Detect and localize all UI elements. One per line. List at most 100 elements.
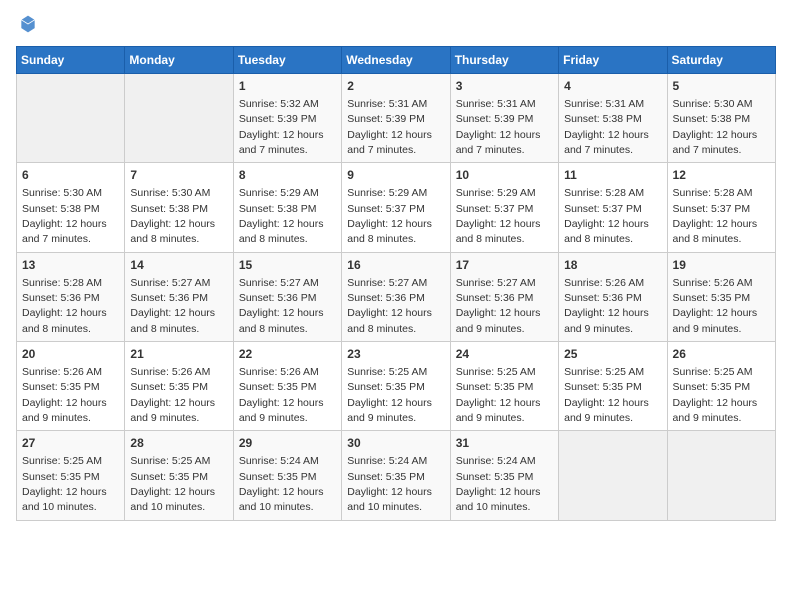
day-number: 22 [239, 346, 336, 363]
calendar-cell: 17 Sunrise: 5:27 AMSunset: 5:36 PMDaylig… [450, 252, 558, 341]
day-number: 26 [673, 346, 770, 363]
calendar-cell: 31 Sunrise: 5:24 AMSunset: 5:35 PMDaylig… [450, 431, 558, 520]
day-number: 13 [22, 257, 119, 274]
cell-content: Sunrise: 5:25 AMSunset: 5:35 PMDaylight:… [22, 455, 107, 513]
day-number: 27 [22, 435, 119, 452]
calendar-cell: 16 Sunrise: 5:27 AMSunset: 5:36 PMDaylig… [342, 252, 450, 341]
calendar-cell: 4 Sunrise: 5:31 AMSunset: 5:38 PMDayligh… [559, 74, 667, 163]
logo [16, 16, 38, 34]
cell-content: Sunrise: 5:26 AMSunset: 5:35 PMDaylight:… [239, 366, 324, 424]
calendar-cell: 19 Sunrise: 5:26 AMSunset: 5:35 PMDaylig… [667, 252, 775, 341]
calendar-cell: 14 Sunrise: 5:27 AMSunset: 5:36 PMDaylig… [125, 252, 233, 341]
calendar-cell [559, 431, 667, 520]
cell-content: Sunrise: 5:27 AMSunset: 5:36 PMDaylight:… [456, 277, 541, 335]
day-number: 9 [347, 167, 444, 184]
cell-content: Sunrise: 5:28 AMSunset: 5:37 PMDaylight:… [564, 187, 649, 245]
page-header [16, 16, 776, 34]
day-number: 6 [22, 167, 119, 184]
day-number: 15 [239, 257, 336, 274]
cell-content: Sunrise: 5:24 AMSunset: 5:35 PMDaylight:… [456, 455, 541, 513]
calendar-cell: 12 Sunrise: 5:28 AMSunset: 5:37 PMDaylig… [667, 163, 775, 252]
day-number: 30 [347, 435, 444, 452]
week-row-2: 6 Sunrise: 5:30 AMSunset: 5:38 PMDayligh… [17, 163, 776, 252]
calendar-cell: 21 Sunrise: 5:26 AMSunset: 5:35 PMDaylig… [125, 342, 233, 431]
cell-content: Sunrise: 5:26 AMSunset: 5:35 PMDaylight:… [673, 277, 758, 335]
calendar-cell: 11 Sunrise: 5:28 AMSunset: 5:37 PMDaylig… [559, 163, 667, 252]
calendar-cell: 3 Sunrise: 5:31 AMSunset: 5:39 PMDayligh… [450, 74, 558, 163]
header-cell-friday: Friday [559, 47, 667, 74]
day-number: 31 [456, 435, 553, 452]
header-cell-sunday: Sunday [17, 47, 125, 74]
calendar-cell: 23 Sunrise: 5:25 AMSunset: 5:35 PMDaylig… [342, 342, 450, 431]
day-number: 24 [456, 346, 553, 363]
calendar-cell: 26 Sunrise: 5:25 AMSunset: 5:35 PMDaylig… [667, 342, 775, 431]
cell-content: Sunrise: 5:25 AMSunset: 5:35 PMDaylight:… [564, 366, 649, 424]
calendar-cell: 10 Sunrise: 5:29 AMSunset: 5:37 PMDaylig… [450, 163, 558, 252]
calendar-cell: 22 Sunrise: 5:26 AMSunset: 5:35 PMDaylig… [233, 342, 341, 431]
day-number: 12 [673, 167, 770, 184]
header-cell-thursday: Thursday [450, 47, 558, 74]
day-number: 16 [347, 257, 444, 274]
calendar-cell: 24 Sunrise: 5:25 AMSunset: 5:35 PMDaylig… [450, 342, 558, 431]
day-number: 3 [456, 78, 553, 95]
cell-content: Sunrise: 5:27 AMSunset: 5:36 PMDaylight:… [130, 277, 215, 335]
day-number: 4 [564, 78, 661, 95]
calendar-cell: 27 Sunrise: 5:25 AMSunset: 5:35 PMDaylig… [17, 431, 125, 520]
header-cell-monday: Monday [125, 47, 233, 74]
cell-content: Sunrise: 5:31 AMSunset: 5:38 PMDaylight:… [564, 98, 649, 156]
calendar-cell: 13 Sunrise: 5:28 AMSunset: 5:36 PMDaylig… [17, 252, 125, 341]
calendar-cell: 6 Sunrise: 5:30 AMSunset: 5:38 PMDayligh… [17, 163, 125, 252]
calendar-cell: 8 Sunrise: 5:29 AMSunset: 5:38 PMDayligh… [233, 163, 341, 252]
header-cell-tuesday: Tuesday [233, 47, 341, 74]
calendar-cell [17, 74, 125, 163]
cell-content: Sunrise: 5:25 AMSunset: 5:35 PMDaylight:… [130, 455, 215, 513]
calendar-header-row: SundayMondayTuesdayWednesdayThursdayFrid… [17, 47, 776, 74]
day-number: 29 [239, 435, 336, 452]
week-row-3: 13 Sunrise: 5:28 AMSunset: 5:36 PMDaylig… [17, 252, 776, 341]
cell-content: Sunrise: 5:30 AMSunset: 5:38 PMDaylight:… [673, 98, 758, 156]
cell-content: Sunrise: 5:31 AMSunset: 5:39 PMDaylight:… [456, 98, 541, 156]
day-number: 21 [130, 346, 227, 363]
calendar-table: SundayMondayTuesdayWednesdayThursdayFrid… [16, 46, 776, 521]
calendar-cell: 30 Sunrise: 5:24 AMSunset: 5:35 PMDaylig… [342, 431, 450, 520]
day-number: 14 [130, 257, 227, 274]
calendar-cell: 2 Sunrise: 5:31 AMSunset: 5:39 PMDayligh… [342, 74, 450, 163]
week-row-4: 20 Sunrise: 5:26 AMSunset: 5:35 PMDaylig… [17, 342, 776, 431]
logo-icon [18, 14, 38, 34]
cell-content: Sunrise: 5:27 AMSunset: 5:36 PMDaylight:… [239, 277, 324, 335]
calendar-cell: 28 Sunrise: 5:25 AMSunset: 5:35 PMDaylig… [125, 431, 233, 520]
calendar-cell: 20 Sunrise: 5:26 AMSunset: 5:35 PMDaylig… [17, 342, 125, 431]
calendar-cell: 15 Sunrise: 5:27 AMSunset: 5:36 PMDaylig… [233, 252, 341, 341]
cell-content: Sunrise: 5:31 AMSunset: 5:39 PMDaylight:… [347, 98, 432, 156]
cell-content: Sunrise: 5:29 AMSunset: 5:37 PMDaylight:… [347, 187, 432, 245]
cell-content: Sunrise: 5:25 AMSunset: 5:35 PMDaylight:… [347, 366, 432, 424]
header-cell-saturday: Saturday [667, 47, 775, 74]
header-cell-wednesday: Wednesday [342, 47, 450, 74]
day-number: 20 [22, 346, 119, 363]
calendar-cell: 9 Sunrise: 5:29 AMSunset: 5:37 PMDayligh… [342, 163, 450, 252]
week-row-5: 27 Sunrise: 5:25 AMSunset: 5:35 PMDaylig… [17, 431, 776, 520]
cell-content: Sunrise: 5:30 AMSunset: 5:38 PMDaylight:… [130, 187, 215, 245]
day-number: 5 [673, 78, 770, 95]
day-number: 1 [239, 78, 336, 95]
week-row-1: 1 Sunrise: 5:32 AMSunset: 5:39 PMDayligh… [17, 74, 776, 163]
cell-content: Sunrise: 5:25 AMSunset: 5:35 PMDaylight:… [673, 366, 758, 424]
cell-content: Sunrise: 5:29 AMSunset: 5:37 PMDaylight:… [456, 187, 541, 245]
cell-content: Sunrise: 5:29 AMSunset: 5:38 PMDaylight:… [239, 187, 324, 245]
day-number: 2 [347, 78, 444, 95]
cell-content: Sunrise: 5:25 AMSunset: 5:35 PMDaylight:… [456, 366, 541, 424]
cell-content: Sunrise: 5:24 AMSunset: 5:35 PMDaylight:… [347, 455, 432, 513]
calendar-cell: 5 Sunrise: 5:30 AMSunset: 5:38 PMDayligh… [667, 74, 775, 163]
cell-content: Sunrise: 5:26 AMSunset: 5:35 PMDaylight:… [130, 366, 215, 424]
calendar-cell [667, 431, 775, 520]
calendar-cell [125, 74, 233, 163]
calendar-cell: 7 Sunrise: 5:30 AMSunset: 5:38 PMDayligh… [125, 163, 233, 252]
cell-content: Sunrise: 5:24 AMSunset: 5:35 PMDaylight:… [239, 455, 324, 513]
cell-content: Sunrise: 5:30 AMSunset: 5:38 PMDaylight:… [22, 187, 107, 245]
day-number: 28 [130, 435, 227, 452]
day-number: 7 [130, 167, 227, 184]
day-number: 23 [347, 346, 444, 363]
cell-content: Sunrise: 5:32 AMSunset: 5:39 PMDaylight:… [239, 98, 324, 156]
day-number: 8 [239, 167, 336, 184]
calendar-cell: 1 Sunrise: 5:32 AMSunset: 5:39 PMDayligh… [233, 74, 341, 163]
